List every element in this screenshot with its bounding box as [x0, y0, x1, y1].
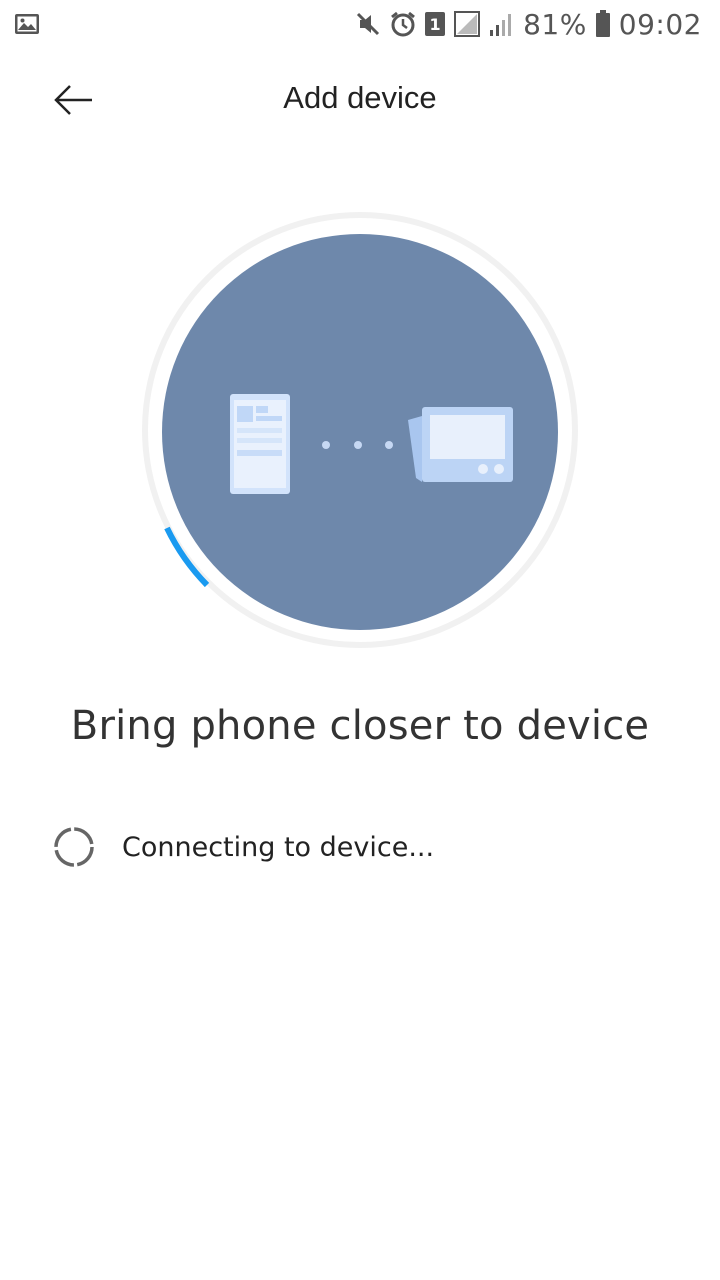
sim-icon: 1 [425, 12, 446, 36]
battery-percent: 81% [523, 7, 587, 41]
device-screen-icon [408, 407, 513, 482]
page-title: Add device [283, 80, 437, 115]
gallery-icon [14, 12, 40, 41]
pairing-illustration [140, 210, 580, 650]
signal-weak-icon [489, 10, 515, 38]
battery-icon [595, 10, 611, 38]
clock: 09:02 [618, 7, 702, 41]
instruction-text: Bring phone closer to device [70, 703, 650, 749]
mute-icon [355, 11, 381, 37]
alarm-icon [389, 10, 417, 38]
phone-icon [230, 394, 290, 494]
signal-empty-icon [453, 10, 481, 38]
connection-status: Connecting to device... [52, 824, 434, 870]
loading-spinner-icon [54, 827, 94, 867]
status-bar: 1 81% 09:02 [0, 0, 720, 48]
app-header: Add device [0, 60, 720, 140]
status-text: Connecting to device... [122, 831, 435, 863]
